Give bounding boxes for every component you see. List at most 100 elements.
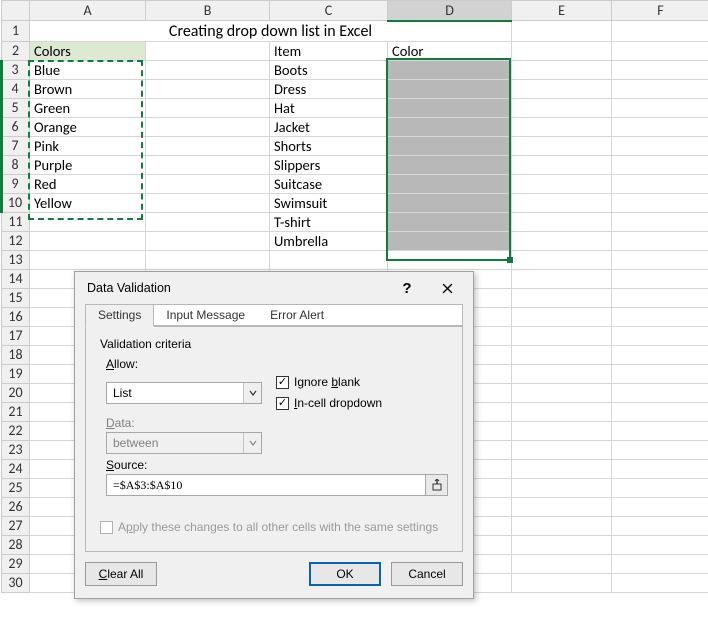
row-header-19[interactable]: 19 <box>2 364 30 383</box>
cell[interactable] <box>388 60 512 79</box>
cell[interactable]: Blue <box>30 60 146 79</box>
row-header-14[interactable]: 14 <box>2 269 30 288</box>
cell[interactable] <box>612 535 708 554</box>
row-header-11[interactable]: 11 <box>2 212 30 231</box>
row-header-5[interactable]: 5 <box>2 98 30 117</box>
cell[interactable] <box>612 459 708 478</box>
cell[interactable] <box>512 41 612 60</box>
cell[interactable] <box>146 136 270 155</box>
col-header-B[interactable]: B <box>146 1 270 21</box>
cell[interactable] <box>612 60 708 79</box>
allow-dropdown[interactable]: List <box>106 382 262 404</box>
cell[interactable] <box>612 155 708 174</box>
cell[interactable] <box>512 364 612 383</box>
cell[interactable] <box>512 174 612 193</box>
cell[interactable] <box>612 554 708 573</box>
ignore-blank-checkbox[interactable]: ✓Ignore blank <box>276 373 382 391</box>
cell[interactable]: Hat <box>270 98 388 117</box>
cell[interactable] <box>612 117 708 136</box>
source-input[interactable] <box>106 474 426 496</box>
row-header-10[interactable]: 10 <box>2 193 30 212</box>
cell[interactable] <box>512 402 612 421</box>
cell[interactable] <box>388 79 512 98</box>
cell[interactable]: Green <box>30 98 146 117</box>
row-header-17[interactable]: 17 <box>2 326 30 345</box>
row-header-21[interactable]: 21 <box>2 402 30 421</box>
col-header-A[interactable]: A <box>30 1 146 21</box>
row-header-20[interactable]: 20 <box>2 383 30 402</box>
cell[interactable]: Item <box>270 41 388 60</box>
cell[interactable]: Yellow <box>30 193 146 212</box>
cell[interactable] <box>146 98 270 117</box>
cell[interactable] <box>612 231 708 250</box>
cancel-button[interactable]: Cancel <box>391 562 463 586</box>
col-header-D[interactable]: D <box>388 1 512 21</box>
cell[interactable] <box>612 440 708 459</box>
close-button[interactable] <box>427 274 467 302</box>
ok-button[interactable]: OK <box>309 562 381 586</box>
cell[interactable] <box>612 516 708 535</box>
cell[interactable] <box>512 136 612 155</box>
cell[interactable] <box>512 535 612 554</box>
row-header-3[interactable]: 3 <box>2 60 30 79</box>
cell[interactable]: Slippers <box>270 155 388 174</box>
cell[interactable] <box>512 98 612 117</box>
row-header-4[interactable]: 4 <box>2 79 30 98</box>
row-header-25[interactable]: 25 <box>2 478 30 497</box>
cell[interactable] <box>388 155 512 174</box>
row-header-9[interactable]: 9 <box>2 174 30 193</box>
cell[interactable] <box>512 326 612 345</box>
cell[interactable]: Umbrella <box>270 231 388 250</box>
cell[interactable] <box>146 250 270 269</box>
cell[interactable] <box>512 516 612 535</box>
row-header-6[interactable]: 6 <box>2 117 30 136</box>
cell[interactable] <box>146 231 270 250</box>
help-button[interactable]: ? <box>387 274 427 302</box>
cell[interactable] <box>146 41 270 60</box>
row-header-23[interactable]: 23 <box>2 440 30 459</box>
cell[interactable] <box>612 136 708 155</box>
cell[interactable] <box>512 307 612 326</box>
cell[interactable]: Dress <box>270 79 388 98</box>
cell[interactable] <box>388 193 512 212</box>
cell[interactable] <box>512 212 612 231</box>
tab-input-message[interactable]: Input Message <box>154 305 258 328</box>
cell[interactable] <box>612 212 708 231</box>
cell[interactable] <box>512 440 612 459</box>
cell[interactable] <box>612 98 708 117</box>
row-header-8[interactable]: 8 <box>2 155 30 174</box>
row-header-26[interactable]: 26 <box>2 497 30 516</box>
cell[interactable] <box>612 41 708 60</box>
tab-settings[interactable]: Settings <box>85 304 154 327</box>
cell[interactable]: Orange <box>30 117 146 136</box>
tab-error-alert[interactable]: Error Alert <box>258 305 337 328</box>
cell[interactable] <box>612 250 708 269</box>
cell[interactable] <box>30 212 146 231</box>
cell[interactable] <box>612 174 708 193</box>
cell[interactable]: Pink <box>30 136 146 155</box>
row-header-1[interactable]: 1 <box>2 21 30 42</box>
row-header-29[interactable]: 29 <box>2 554 30 573</box>
cell[interactable] <box>612 402 708 421</box>
row-header-12[interactable]: 12 <box>2 231 30 250</box>
cell[interactable] <box>146 174 270 193</box>
cell[interactable] <box>388 174 512 193</box>
cell[interactable]: Suitcase <box>270 174 388 193</box>
cell[interactable] <box>612 345 708 364</box>
cell[interactable] <box>388 117 512 136</box>
cell[interactable] <box>512 554 612 573</box>
row-header-22[interactable]: 22 <box>2 421 30 440</box>
select-all-corner[interactable] <box>2 1 30 21</box>
row-header-13[interactable]: 13 <box>2 250 30 269</box>
cell[interactable] <box>612 383 708 402</box>
cell[interactable]: Creating drop down list in Excel <box>30 21 512 42</box>
cell[interactable] <box>146 212 270 231</box>
cell[interactable] <box>388 212 512 231</box>
cell[interactable] <box>388 98 512 117</box>
row-header-18[interactable]: 18 <box>2 345 30 364</box>
cell[interactable] <box>512 478 612 497</box>
cell[interactable] <box>512 345 612 364</box>
cell[interactable] <box>612 364 708 383</box>
cell[interactable] <box>612 79 708 98</box>
cell[interactable]: Red <box>30 174 146 193</box>
